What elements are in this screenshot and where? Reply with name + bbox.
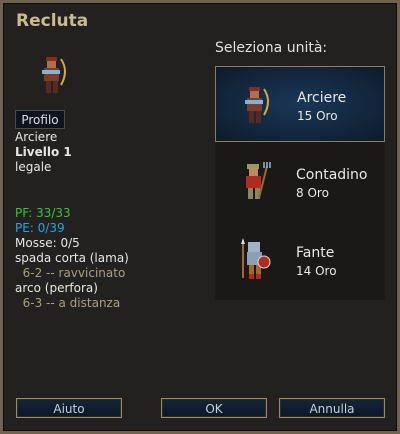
unit-cost: 8 Oro	[296, 186, 329, 200]
unit-item-contadino[interactable]: Contadino 8 Oro	[215, 144, 385, 220]
peasant-sprite	[246, 162, 271, 199]
moves: Mosse: 0/5	[15, 236, 80, 250]
select-unit-label: Seleziona unità:	[215, 40, 328, 56]
attack-stats: 6-2 -- ravvicinato	[15, 266, 126, 280]
attack-stats: 6-3 -- a distanza	[15, 296, 121, 310]
spearman-sprite	[241, 238, 271, 279]
archer-sprite	[245, 87, 269, 123]
attack-name: arco (perfora)	[15, 281, 98, 295]
help-button[interactable]: Aiuto	[16, 398, 122, 418]
hit-points: PF: 33/33	[15, 206, 71, 220]
attack-name: spada corta (lama)	[15, 251, 129, 265]
unit-level: Livello 1	[15, 145, 72, 159]
unit-type: Arciere	[15, 130, 58, 144]
archer-portrait	[42, 57, 66, 93]
profile-button[interactable]: Profilo	[15, 110, 65, 129]
recruit-dialog: Recluta Profilo Arciere Livello 1 legale…	[0, 0, 400, 434]
unit-name: Contadino	[296, 167, 368, 183]
unit-item-fante[interactable]: Fante 14 Oro	[215, 222, 385, 298]
unit-list: Arciere 15 Oro Contadino 8 Oro Fante 14 …	[215, 66, 385, 300]
unit-alignment: legale	[15, 160, 52, 174]
unit-name: Fante	[296, 245, 335, 261]
unit-cost: 15 Oro	[297, 109, 338, 123]
unit-cost: 14 Oro	[296, 264, 337, 278]
experience: PE: 0/39	[15, 221, 65, 235]
unit-name: Arciere	[297, 90, 347, 106]
ok-button[interactable]: OK	[161, 398, 267, 418]
dialog-title: Recluta	[16, 11, 89, 31]
cancel-button[interactable]: Annulla	[279, 398, 385, 418]
unit-item-arciere[interactable]: Arciere 15 Oro	[215, 66, 385, 142]
